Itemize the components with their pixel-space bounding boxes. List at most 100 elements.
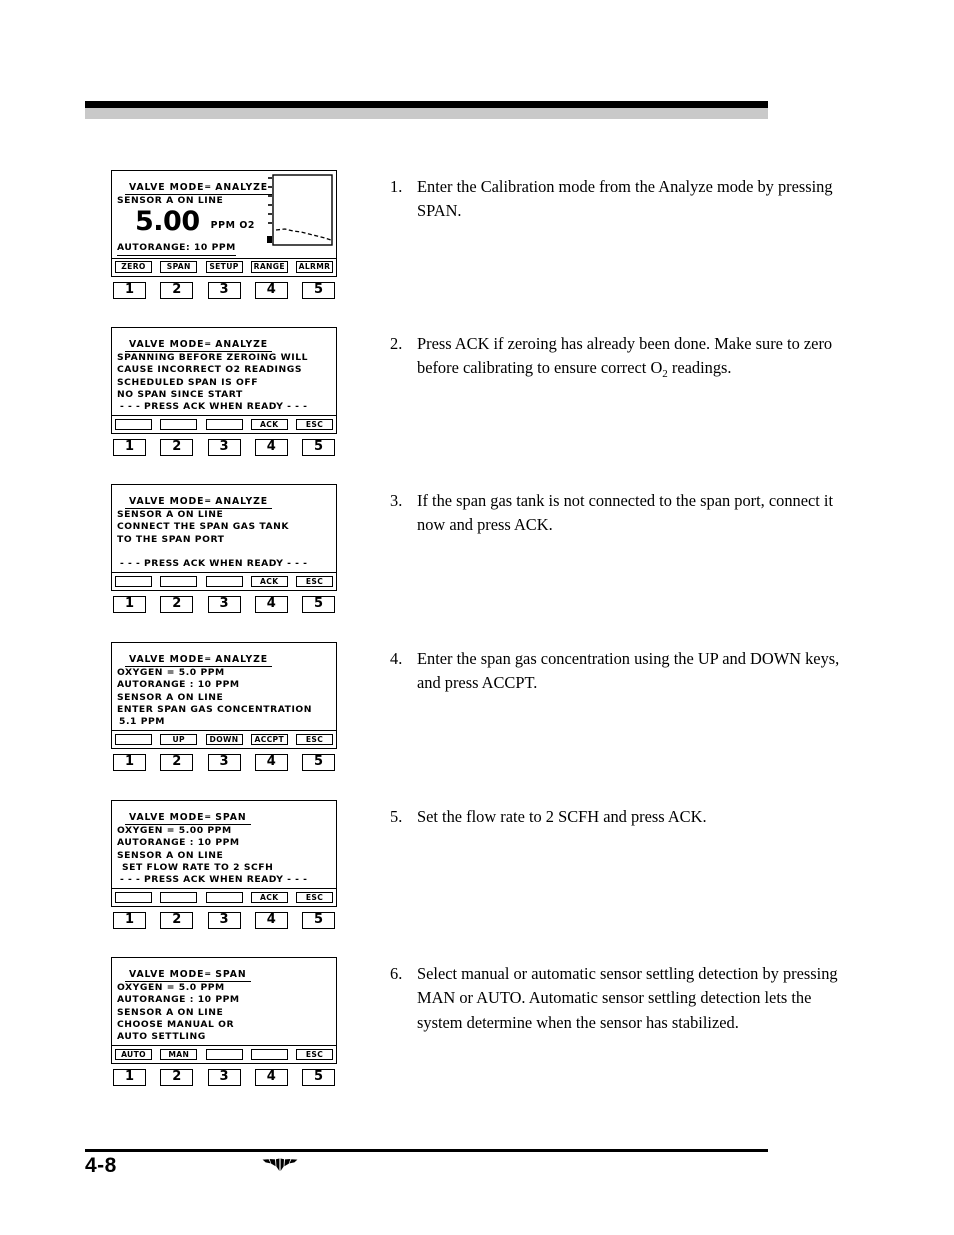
numkey-4[interactable]: 4 — [254, 281, 288, 299]
softkey-blank-3[interactable] — [205, 418, 243, 431]
softkey-blank-1[interactable] — [115, 733, 152, 746]
softkey-blank-2[interactable] — [160, 891, 198, 904]
numkey-2[interactable]: 2 — [160, 1069, 194, 1087]
lcd-prompt-line: ENTER SPAN GAS CONCENTRATION — [117, 703, 313, 715]
instruction-3: 3. If the span gas tank is not connected… — [390, 489, 842, 538]
numkey-5[interactable]: 5 — [302, 596, 335, 614]
numkey-4[interactable]: 4 — [254, 439, 288, 457]
lcd-text-line: CAUSE INCORRECT O2 READINGS — [117, 364, 303, 376]
numkey-3[interactable]: 3 — [207, 439, 241, 457]
numkey-1[interactable]: 1 — [113, 1069, 146, 1087]
numkey-2[interactable]: 2 — [160, 912, 194, 930]
numkey-3[interactable]: 3 — [207, 912, 241, 930]
softkey-ack[interactable]: ACK — [250, 418, 288, 431]
numkey-row-4: 1 2 3 4 5 — [111, 754, 337, 772]
softkey-blank-2[interactable] — [250, 1048, 288, 1061]
softkey-ack[interactable]: ACK — [250, 891, 288, 904]
numkey-2[interactable]: 2 — [160, 754, 194, 772]
softkey-down[interactable]: DOWN — [205, 733, 243, 746]
numkey-row-5: 1 2 3 4 5 — [111, 912, 337, 930]
instruction-text-before: Press ACK if zeroing has already been do… — [417, 334, 833, 378]
softkey-esc[interactable]: ESC — [296, 575, 333, 588]
lcd-title-value: ANALYZE — [215, 182, 269, 193]
numkey-4[interactable]: 4 — [254, 754, 288, 772]
oxygen-value-line: OXYGEN = 5.00 PPM — [117, 825, 232, 836]
header-gray-rule — [85, 108, 768, 119]
softkey-setup[interactable]: SETUP — [205, 261, 243, 273]
softkey-alrmr[interactable]: ALRMR — [296, 261, 333, 273]
numkey-1[interactable]: 1 — [113, 281, 146, 299]
numkey-3[interactable]: 3 — [207, 1069, 241, 1087]
lcd-panel-block-5: VALVE MODE= SPAN OXYGEN = 5.00 PPM AUTOR… — [111, 800, 337, 930]
sensor-status-line: SENSOR A ON LINE — [117, 849, 224, 861]
numkey-4[interactable]: 4 — [254, 1069, 288, 1087]
numkey-1[interactable]: 1 — [113, 912, 146, 930]
lcd-title-separator: = — [204, 339, 212, 348]
numkey-3[interactable]: 3 — [207, 754, 241, 772]
lcd-title-value: ANALYZE — [215, 496, 269, 507]
sensor-status-line: SENSOR A ON LINE — [117, 691, 224, 703]
softkey-accpt[interactable]: ACCPT — [250, 733, 288, 746]
numkey-row-1: 1 2 3 4 5 — [111, 281, 337, 299]
lcd-title-separator: = — [204, 654, 212, 663]
lcd-body-1: VALVE MODE= ANALYZE SENSOR A ON LINE 5.0… — [112, 171, 336, 256]
numkey-5[interactable]: 5 — [302, 754, 335, 772]
reading-units-label: PPM O2 — [210, 220, 256, 232]
lcd-title-4: VALVE MODE= ANALYZE — [125, 654, 273, 667]
softkey-blank-2[interactable] — [160, 418, 198, 431]
instruction-text: Enter the span gas concentration using t… — [417, 649, 840, 693]
lcd-screen-5: VALVE MODE= SPAN OXYGEN = 5.00 PPM AUTOR… — [111, 800, 337, 908]
numkey-4[interactable]: 4 — [254, 596, 288, 614]
entry-value[interactable]: 5.1 — [119, 716, 137, 727]
numkey-5[interactable]: 5 — [302, 439, 335, 457]
numkey-row-2: 1 2 3 4 5 — [111, 439, 337, 457]
instruction-text: Press ACK if zeroing has already been do… — [417, 332, 842, 387]
softkey-ack[interactable]: ACK — [250, 575, 288, 588]
numkey-1[interactable]: 1 — [113, 439, 146, 457]
numkey-1[interactable]: 1 — [113, 754, 146, 772]
instruction-text-after: readings. — [667, 358, 732, 378]
header-black-rule — [85, 101, 768, 108]
numkey-1[interactable]: 1 — [113, 596, 146, 614]
softkey-zero[interactable]: ZERO — [115, 261, 152, 273]
numkey-5[interactable]: 5 — [302, 1069, 335, 1087]
numkey-3[interactable]: 3 — [207, 596, 241, 614]
softkey-blank-2[interactable] — [160, 575, 198, 588]
softkey-span[interactable]: SPAN — [160, 261, 198, 273]
lcd-text-line-blank — [117, 546, 331, 558]
softkey-up[interactable]: UP — [160, 733, 198, 746]
softkey-esc[interactable]: ESC — [296, 418, 333, 431]
softkey-blank-3[interactable] — [205, 575, 243, 588]
softkey-esc[interactable]: ESC — [296, 733, 333, 746]
softkey-row-1: ZERO SPAN SETUP RANGE ALRMR — [112, 257, 336, 276]
softkey-man[interactable]: MAN — [160, 1048, 198, 1061]
softkey-blank-1[interactable] — [205, 1048, 243, 1061]
numkey-2[interactable]: 2 — [160, 281, 194, 299]
softkey-blank-1[interactable] — [115, 891, 152, 904]
numkey-2[interactable]: 2 — [160, 439, 194, 457]
lcd-panel-block-2: VALVE MODE= ANALYZE SPANNING BEFORE ZERO… — [111, 327, 337, 457]
numkey-3[interactable]: 3 — [207, 281, 241, 299]
softkey-esc[interactable]: ESC — [296, 891, 333, 904]
softkey-esc[interactable]: ESC — [296, 1048, 333, 1061]
lcd-screen-1: VALVE MODE= ANALYZE SENSOR A ON LINE 5.0… — [111, 170, 337, 277]
numkey-2[interactable]: 2 — [160, 596, 194, 614]
instruction-1: 1. Enter the Calibration mode from the A… — [390, 175, 842, 224]
lcd-prompt-line: - - - PRESS ACK WHEN READY - - - — [120, 558, 308, 570]
trend-graph-icon — [265, 174, 333, 246]
numkey-5[interactable]: 5 — [302, 912, 335, 930]
softkey-blank-1[interactable] — [115, 418, 152, 431]
span-concentration-entry[interactable]: 5.1 PPM — [117, 716, 331, 728]
softkey-range[interactable]: RANGE — [250, 261, 288, 273]
softkey-auto[interactable]: AUTO — [115, 1048, 152, 1061]
softkey-blank-3[interactable] — [205, 891, 243, 904]
lcd-title-separator: = — [204, 969, 212, 978]
numkey-5[interactable]: 5 — [302, 281, 335, 299]
teledyne-logo-icon — [258, 1155, 302, 1177]
autorange-line: AUTORANGE : 10 PPM — [117, 679, 240, 691]
numkey-row-6: 1 2 3 4 5 — [111, 1069, 337, 1087]
lcd-title-label: VALVE MODE — [129, 654, 205, 665]
numkey-4[interactable]: 4 — [254, 912, 288, 930]
lcd-title-label: VALVE MODE — [129, 182, 205, 193]
softkey-blank-1[interactable] — [115, 575, 152, 588]
